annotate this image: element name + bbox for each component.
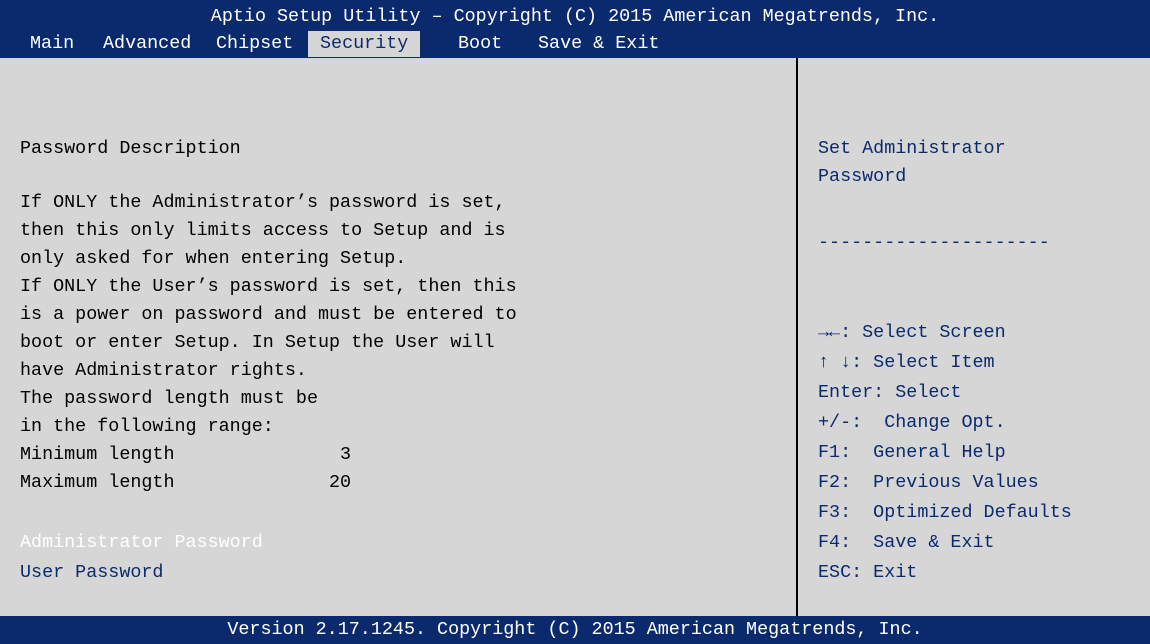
max-length-label: Maximum length: [20, 472, 175, 493]
tab-main[interactable]: Main: [30, 31, 74, 57]
help-key-change-opt: +/-: Change Opt.: [818, 412, 1006, 433]
description-line: boot or enter Setup. In Setup the User w…: [20, 332, 495, 353]
help-key-esc: ESC: Exit: [818, 562, 918, 583]
description-line: in the following range:: [20, 416, 274, 437]
min-length-label: Minimum length: [20, 444, 175, 465]
tab-advanced[interactable]: Advanced: [103, 31, 191, 57]
tab-chipset[interactable]: Chipset: [216, 31, 293, 57]
description-line: is a power on password and must be enter…: [20, 304, 517, 325]
section-title: Password Description: [20, 138, 241, 159]
version-footer: Version 2.17.1245. Copyright (C) 2015 Am…: [0, 616, 1150, 644]
menu-tabs: Main Advanced Chipset Security Boot Save…: [0, 31, 1150, 57]
description-line: only asked for when entering Setup.: [20, 248, 407, 269]
settings-panel: Password Description If ONLY the Adminis…: [0, 58, 796, 616]
help-key-f2: F2: Previous Values: [818, 472, 1039, 493]
user-password-item[interactable]: User Password: [20, 559, 163, 587]
help-key-f4: F4: Save & Exit: [818, 532, 995, 553]
tab-security[interactable]: Security: [308, 31, 421, 57]
tab-save-exit[interactable]: Save & Exit: [538, 31, 659, 57]
help-key-enter: Enter: Select: [818, 382, 962, 403]
help-key-select-screen: →←: Select Screen: [818, 322, 1006, 343]
help-key-f3: F3: Optimized Defaults: [818, 502, 1072, 523]
help-key-select-item: ↑ ↓: Select Item: [818, 352, 995, 373]
description-line: have Administrator rights.: [20, 360, 307, 381]
tab-boot[interactable]: Boot: [458, 31, 502, 57]
description-line: The password length must be: [20, 388, 318, 409]
min-length-value: 3: [340, 444, 352, 465]
bios-setup-screen: Aptio Setup Utility – Copyright (C) 2015…: [0, 0, 1150, 644]
max-length-value: 20: [329, 472, 352, 493]
help-description-line: Password: [818, 166, 907, 187]
administrator-password-item[interactable]: Administrator Password: [20, 529, 263, 557]
description-line: If ONLY the Administrator’s password is …: [20, 192, 506, 213]
description-line: If ONLY the User’s password is set, then…: [20, 276, 517, 297]
help-panel: Set Administrator Password -------------…: [798, 58, 1150, 616]
help-key-f1: F1: General Help: [818, 442, 1006, 463]
description-line: then this only limits access to Setup an…: [20, 220, 506, 241]
app-title: Aptio Setup Utility – Copyright (C) 2015…: [210, 6, 940, 27]
help-description-line: Set Administrator: [818, 138, 1006, 159]
help-separator: ---------------------: [818, 232, 1050, 253]
title-bar: Aptio Setup Utility – Copyright (C) 2015…: [0, 0, 1150, 58]
